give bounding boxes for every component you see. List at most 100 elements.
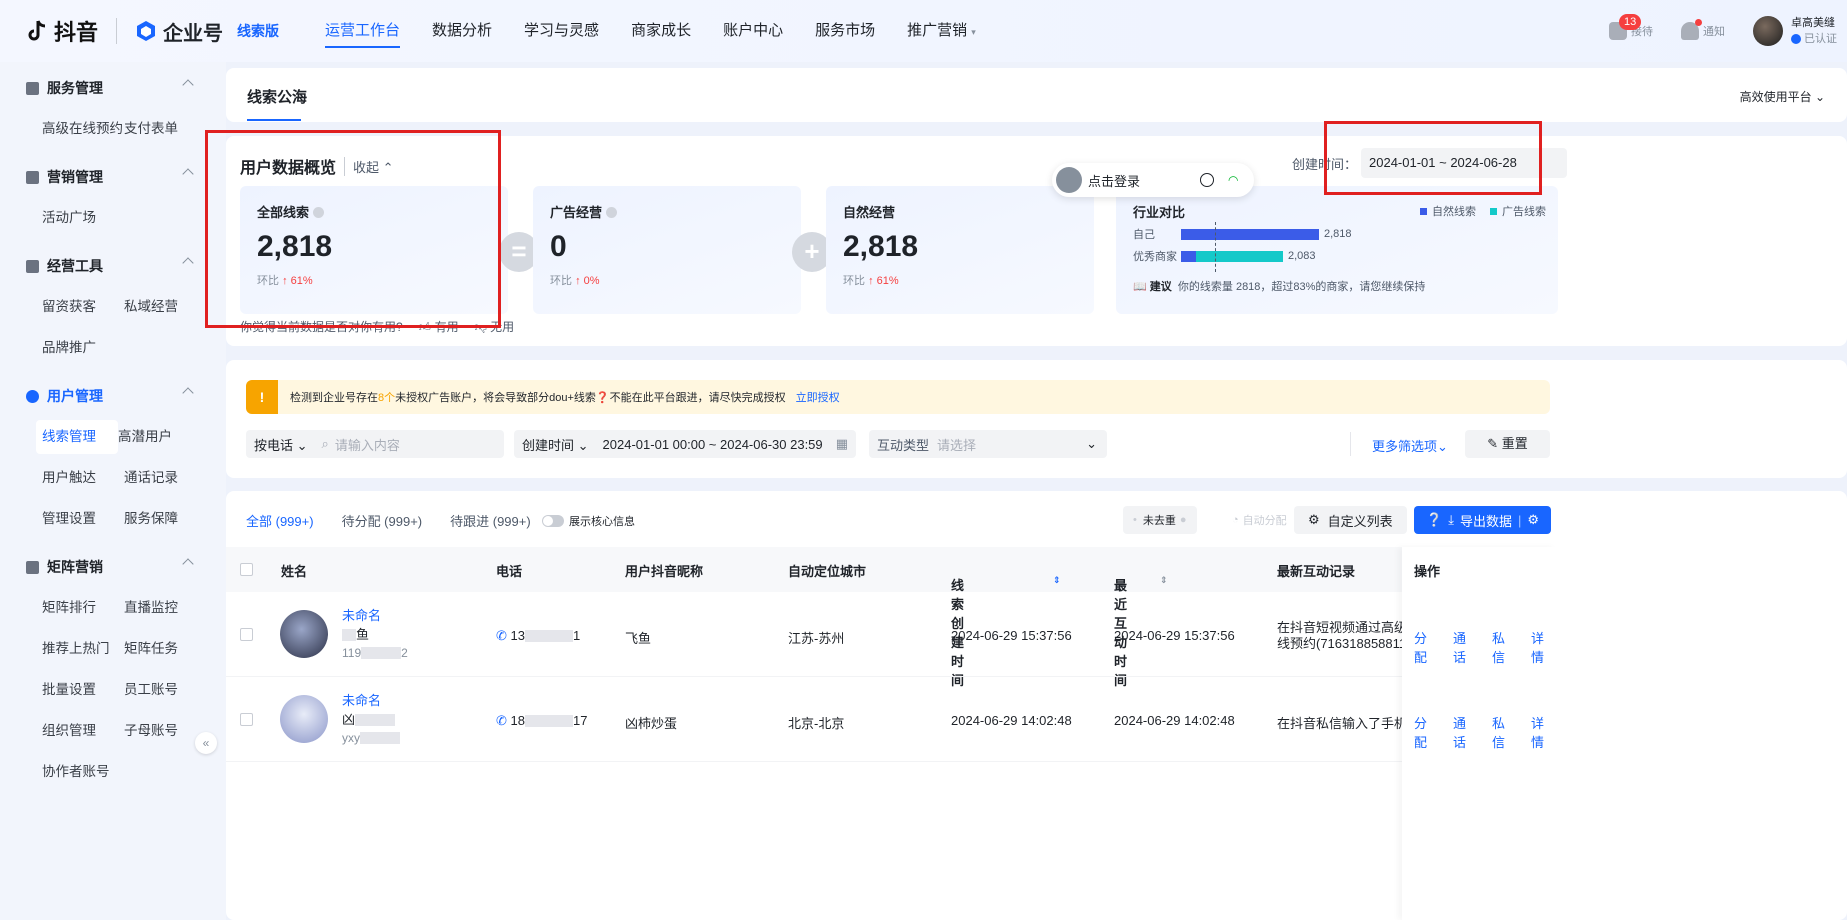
core-info-toggle[interactable]: 展示核心信息 [542, 513, 635, 529]
sidebar-item-org-management[interactable]: 组织管理 [42, 714, 124, 748]
record-line2: 线预约(7163188588115 [1277, 636, 1402, 651]
message-link[interactable]: 私信 [1492, 628, 1517, 666]
nav-merchant-growth[interactable]: 商家成长 [631, 0, 691, 62]
sidebar-item-user-reach[interactable]: 用户触达 [42, 461, 124, 495]
toggle-switch[interactable] [542, 515, 564, 527]
sidebar-item-lead-capture[interactable]: 留资获客 [42, 290, 124, 324]
nav-account-center[interactable]: 账户中心 [723, 0, 783, 62]
sidebar-group-header[interactable]: 营销管理 [0, 153, 226, 201]
verified-icon [1791, 34, 1801, 44]
row-checkbox[interactable] [240, 713, 253, 726]
lead-record: 在抖音短视频通过高级在线预约(7163188588115...线预约(71631… [1277, 620, 1402, 652]
notice-button[interactable]: 通知 [1681, 19, 1725, 40]
help-icon[interactable] [606, 207, 618, 218]
nav-promotion[interactable]: 推广营销 ▾ [907, 0, 976, 62]
masked-text [524, 715, 573, 727]
tab-pending-follow[interactable]: 待跟进 (999+) [450, 511, 531, 530]
more-filters-label: 更多筛选项 [1372, 439, 1438, 454]
export-button[interactable]: ❔ ⤓ 导出数据 | ⚙ [1414, 506, 1551, 534]
brand-name: 抖音 [54, 20, 99, 45]
time-range-input[interactable]: 2024-01-01 00:00 ~ 2024-06-30 23:59 [603, 437, 823, 452]
sidebar-item-matrix-rank[interactable]: 矩阵排行 [42, 591, 124, 625]
user-menu[interactable]: 卓高美缝 已认证 [1753, 15, 1837, 47]
interact-type-filter[interactable]: 互动类型 请选择 ⌄ [869, 430, 1107, 458]
message-link[interactable]: 私信 [1492, 713, 1517, 751]
time-select-label: 创建时间 [522, 437, 575, 453]
change-label: 环比 [843, 275, 865, 287]
sidebar-item-matrix-task[interactable]: 矩阵任务 [124, 632, 206, 666]
tab-pending-assign[interactable]: 待分配 (999+) [342, 511, 423, 530]
tab-lead-pool[interactable]: 线索公海 [247, 86, 307, 107]
lead-phone[interactable]: 1817 [496, 713, 588, 729]
masked-text [524, 630, 573, 642]
call-link[interactable]: 通话 [1453, 713, 1478, 751]
nav-data-analysis[interactable]: 数据分析 [432, 0, 492, 62]
table-row[interactable]: 未命名 鱼 119 2 13 1 飞鱼 江苏-苏州 2024-06-29 15:37… [226, 592, 1556, 677]
marketing-icon [26, 170, 39, 184]
col-latest-record: 最新互动记录 [1277, 564, 1356, 579]
sidebar-group-header[interactable]: 服务管理 [0, 64, 226, 112]
sidebar-item-online-booking[interactable]: 高级在线预约 [42, 112, 124, 146]
reset-button[interactable]: ✎ 重置 [1465, 430, 1550, 458]
nav-learning[interactable]: 学习与灵感 [524, 0, 599, 62]
auto-assign-chip[interactable]: ◔ 自动分配 [1222, 506, 1297, 534]
dot-icon: • [1133, 514, 1137, 526]
notify-badge: 13 [1619, 14, 1642, 30]
sidebar-item-payment-form[interactable]: 支付表单 [124, 112, 206, 146]
more-icon[interactable] [1200, 173, 1215, 187]
sidebar-item-private-domain[interactable]: 私域经营 [124, 290, 206, 324]
row-actions: 分配 通话 私信 详情 [1414, 628, 1556, 666]
logo[interactable]: 抖音 企业号 线索版 [26, 15, 279, 47]
nav-service-market[interactable]: 服务市场 [815, 0, 875, 62]
sidebar-item-staff-accounts[interactable]: 员工账号 [124, 673, 206, 707]
lead-name[interactable]: 未命名 [342, 606, 408, 625]
custom-list-button[interactable]: ⚙ 自定义列表 [1294, 506, 1407, 534]
sidebar-item-hot-recommend[interactable]: 推荐上热门 [42, 632, 124, 666]
phone-login-float[interactable]: 点击登录 ◠ [1052, 163, 1254, 197]
dedupe-chip[interactable]: • 未去重 ● [1123, 506, 1197, 534]
phone-select[interactable]: 按电话 ⌄ [246, 435, 316, 454]
sidebar-item-live-monitor[interactable]: 直播监控 [124, 591, 206, 625]
search-input[interactable]: 请输入内容 [335, 435, 400, 454]
more-filters-button[interactable]: 更多筛选项⌄ [1372, 436, 1448, 455]
sidebar-item-activity-square[interactable]: 活动广场 [42, 201, 124, 235]
reset-label: 重置 [1501, 436, 1528, 451]
authorize-link[interactable]: 立即授权 [796, 389, 840, 405]
detail-link[interactable]: 详情 [1531, 628, 1556, 666]
time-select[interactable]: 创建时间 ⌄ [514, 435, 597, 454]
tab-all[interactable]: 全部 (999+) [246, 511, 314, 530]
masked-text [355, 714, 396, 726]
sidebar-item-batch-settings[interactable]: 批量设置 [42, 673, 124, 707]
service-button[interactable]: 13 接待 [1609, 14, 1653, 40]
sidebar-item-brand-promo[interactable]: 品牌推广 [42, 331, 124, 365]
top-bar: 抖音 企业号 线索版 运营工作台 数据分析 学习与灵感 商家成长 账户中心 服务… [0, 0, 1847, 62]
assign-link[interactable]: 分配 [1414, 628, 1439, 666]
detail-link[interactable]: 详情 [1531, 713, 1556, 751]
sidebar-group-header[interactable]: 矩阵营销 [0, 543, 226, 591]
select-all-checkbox[interactable] [240, 563, 253, 576]
sidebar-collapse-button[interactable]: « [195, 732, 217, 754]
sidebar-group-header[interactable]: 用户管理 [0, 372, 226, 420]
sidebar-item-call-records[interactable]: 通话记录 [124, 461, 206, 495]
sort-icon[interactable]: ⇕ [1053, 575, 1061, 586]
gear-icon[interactable]: ⚙ [1527, 512, 1539, 528]
lead-name[interactable]: 未命名 [342, 691, 400, 710]
sidebar: 服务管理 高级在线预约 支付表单 营销管理 活动广场 经营工具 留资获客 私域经… [0, 62, 226, 920]
sidebar-item-collaborators[interactable]: 协作者账号 [42, 755, 124, 789]
assign-link[interactable]: 分配 [1414, 713, 1439, 751]
sidebar-item-high-potential[interactable]: 高潜用户 [118, 420, 200, 454]
sidebar-item-lead-management[interactable]: 线索管理 [36, 420, 118, 454]
call-link[interactable]: 通话 [1453, 628, 1478, 666]
sidebar-item-sub-accounts[interactable]: 子母账号 [124, 714, 206, 748]
sidebar-group-header[interactable]: 经营工具 [0, 242, 226, 290]
platform-guide-link[interactable]: 高效使用平台 ⌄ [1740, 88, 1825, 105]
sort-icon[interactable]: ⇕ [1160, 575, 1168, 586]
nav-workbench[interactable]: 运营工作台 [325, 0, 401, 62]
row-actions: 分配 通话 私信 详情 [1414, 713, 1556, 751]
lead-phone[interactable]: 13 1 [496, 628, 581, 644]
sidebar-item-service-guarantee[interactable]: 服务保障 [124, 502, 206, 536]
stat-label: 自然经营 [843, 202, 895, 221]
sidebar-item-settings[interactable]: 管理设置 [42, 502, 124, 536]
table-row[interactable]: 未命名 凶 yxy 1817 凶柿炒蛋 北京-北京 2024-06-29 14:… [226, 677, 1556, 762]
row-checkbox[interactable] [240, 628, 253, 641]
